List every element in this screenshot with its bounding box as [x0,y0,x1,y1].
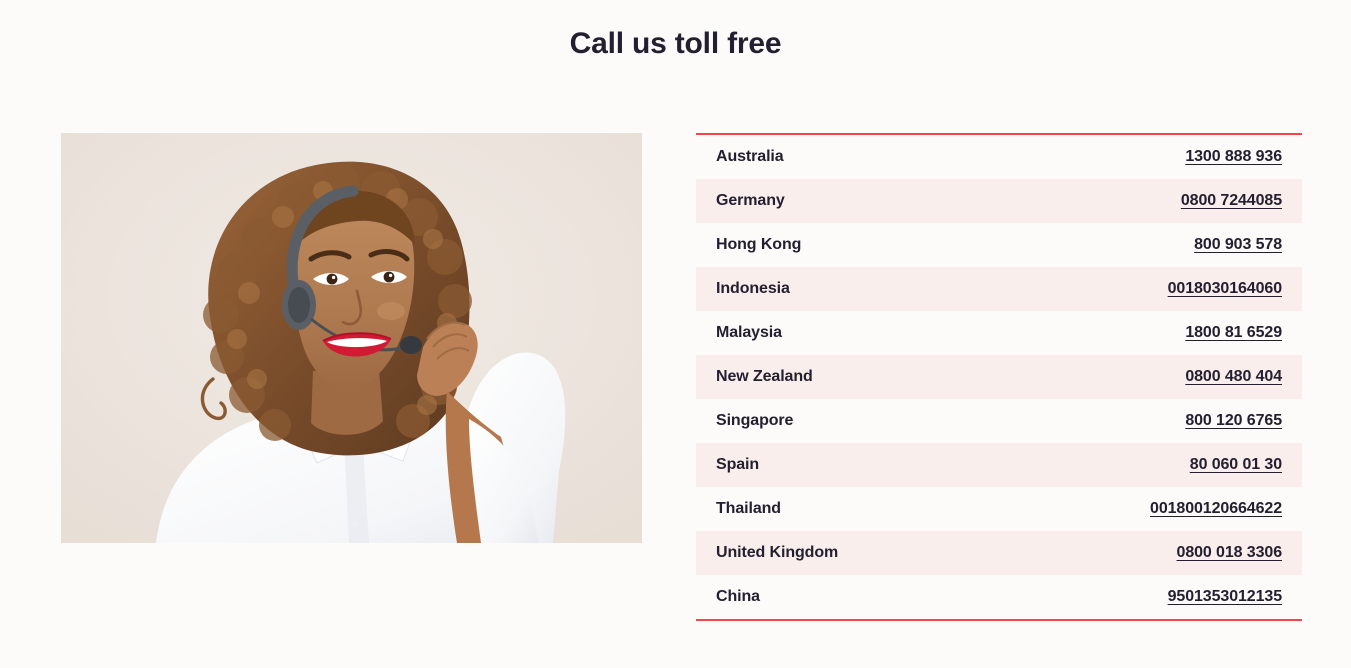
country-label: China [716,588,760,605]
phone-number-link[interactable]: 0800 7244085 [1181,192,1282,210]
country-label: New Zealand [716,368,813,385]
table-row: Germany 0800 7244085 [696,179,1302,223]
table-row: China 9501353012135 [696,575,1302,619]
country-label: Germany [716,192,785,209]
support-agent-photo [61,133,642,543]
country-label: United Kingdom [716,544,839,561]
country-label: Hong Kong [716,236,802,253]
phone-number-link[interactable]: 800 120 6765 [1185,412,1282,430]
phone-number-link[interactable]: 0800 018 3306 [1177,544,1283,562]
country-label: Indonesia [716,280,790,297]
phone-number-link[interactable]: 0800 480 404 [1185,368,1282,386]
phone-number-link[interactable]: 0018030164060 [1168,280,1282,298]
table-row: United Kingdom 0800 018 3306 [696,531,1302,575]
table-row: Malaysia 1800 81 6529 [696,311,1302,355]
table-row: Thailand 001800120664622 [696,487,1302,531]
phone-number-link[interactable]: 800 903 578 [1194,236,1282,254]
table-row: Spain 80 060 01 30 [696,443,1302,487]
phone-number-link[interactable]: 9501353012135 [1168,588,1282,606]
phone-number-link[interactable]: 001800120664622 [1150,500,1282,518]
phone-number-link[interactable]: 80 060 01 30 [1190,456,1282,474]
table-row: Australia 1300 888 936 [696,135,1302,179]
table-row: Indonesia 0018030164060 [696,267,1302,311]
country-label: Malaysia [716,324,782,341]
phone-number-link[interactable]: 1300 888 936 [1185,148,1282,166]
table-row: New Zealand 0800 480 404 [696,355,1302,399]
country-label: Australia [716,148,784,165]
support-agent-illustration [61,133,642,543]
country-label: Spain [716,456,760,473]
table-row: Singapore 800 120 6765 [696,399,1302,443]
page-title: Call us toll free [569,27,782,60]
phone-number-link[interactable]: 1800 81 6529 [1185,324,1282,342]
table-row: Hong Kong 800 903 578 [696,223,1302,267]
country-label: Thailand [716,500,781,517]
country-label: Singapore [716,412,794,429]
toll-free-numbers-table: Australia 1300 888 936 Germany 0800 7244… [696,133,1302,621]
